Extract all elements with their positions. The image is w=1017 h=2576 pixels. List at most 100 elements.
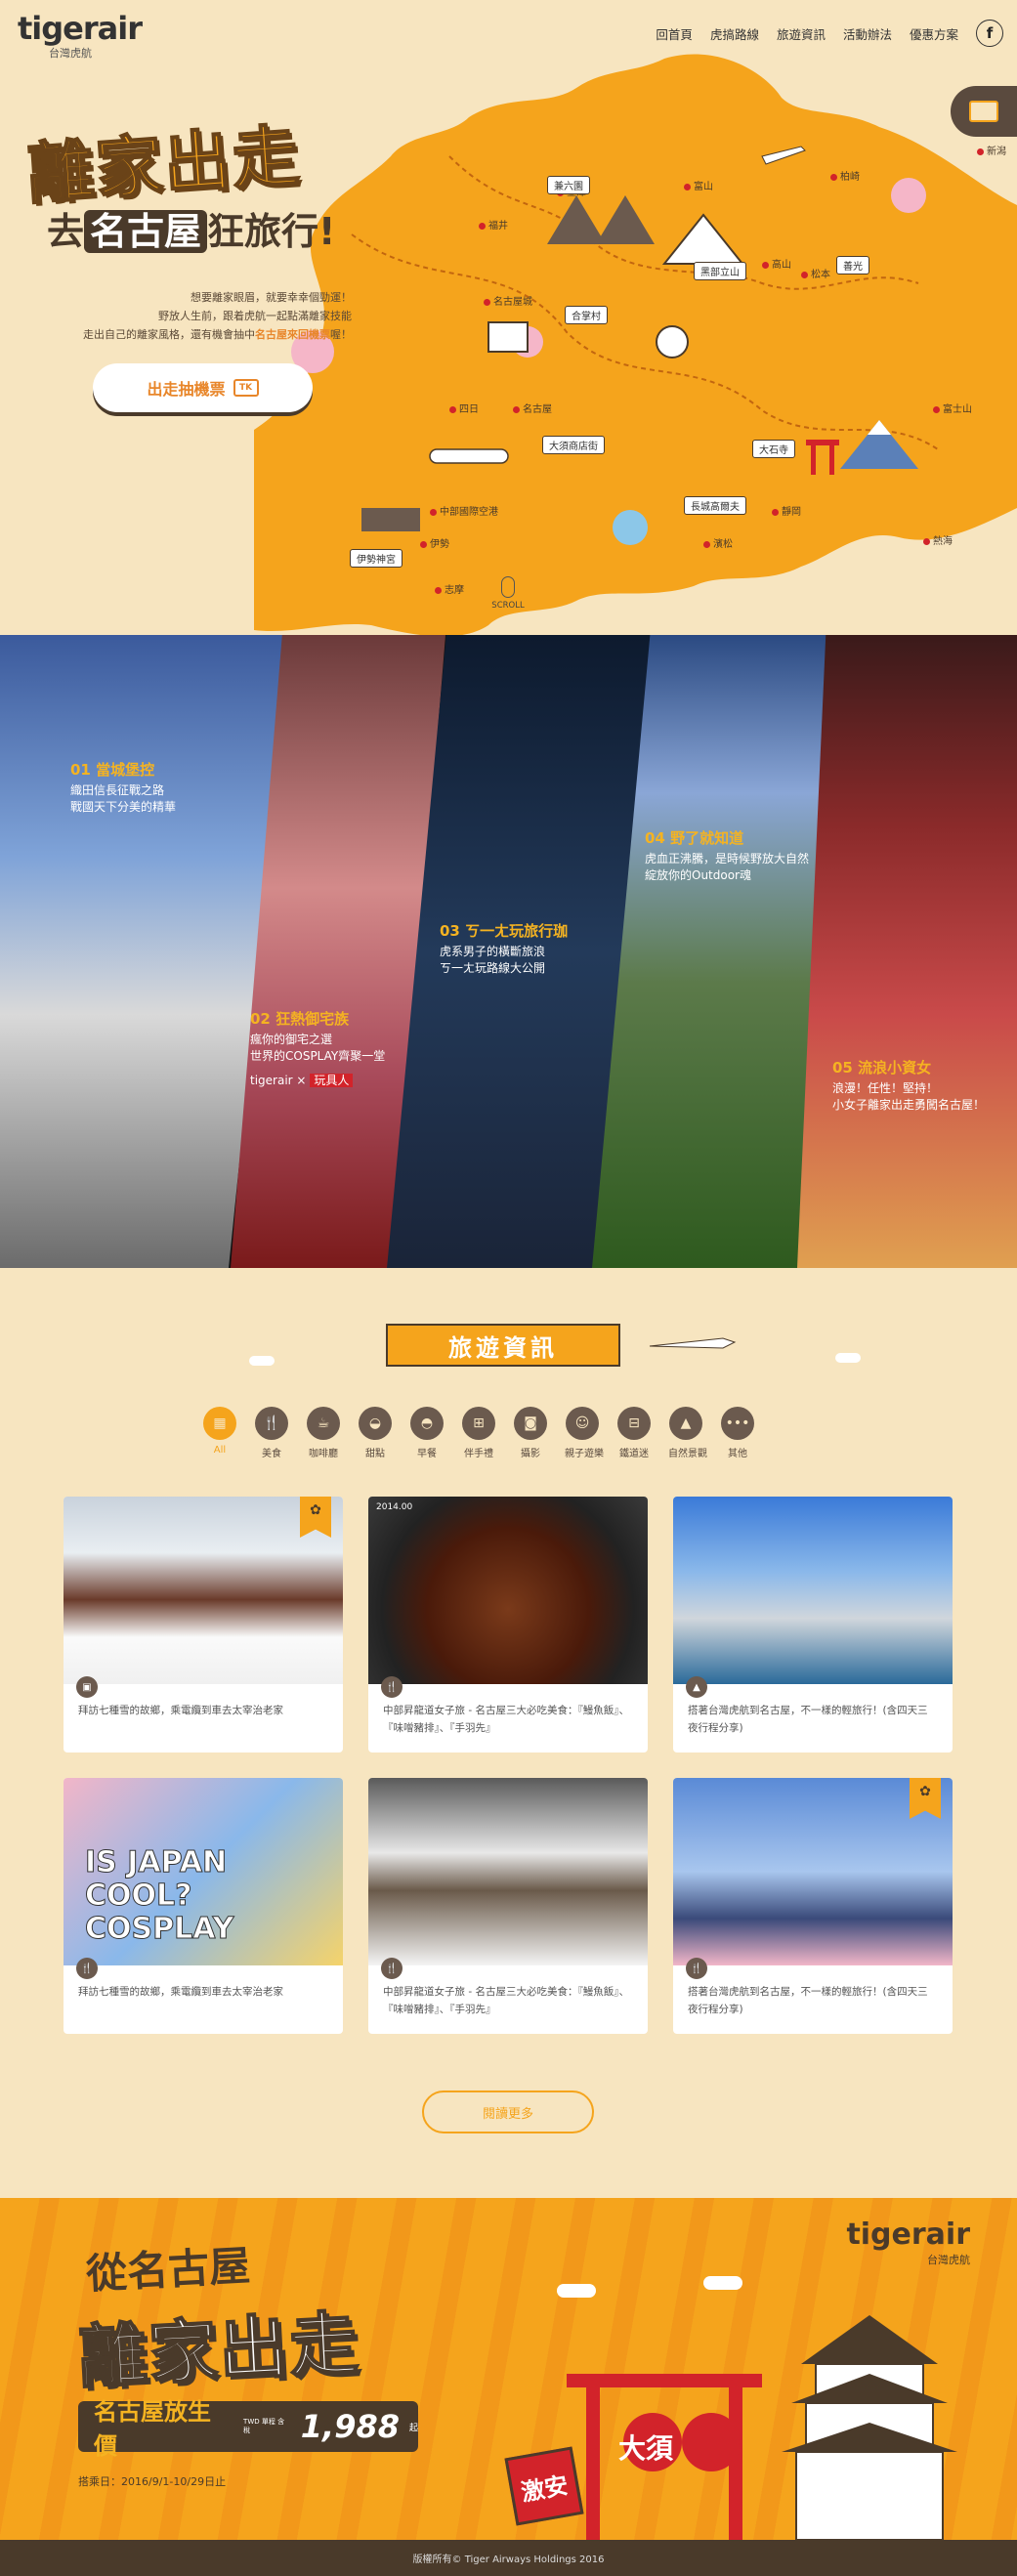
article-card[interactable]: IS JAPAN COOL? COSPLAY 🍴 拜訪七種雪的故鄉，乘電纜到車去… <box>64 1778 343 2034</box>
article-card[interactable]: 2014.00 🍴 中部昇龍道女子旅 - 名古屋三大必吃美食：『鰻魚飯』、『味噌… <box>368 1497 648 1753</box>
site-footer: 版權所有© Tiger Airways Holdings 2016 <box>0 2540 1017 2576</box>
pin-dot-icon <box>933 405 940 413</box>
ticket-icon: TK <box>233 379 259 397</box>
pin-dot-icon <box>435 586 442 594</box>
pin-dot-icon <box>484 298 490 306</box>
category-cafe[interactable]: ☕ 咖啡廳 <box>306 1407 341 1459</box>
torii-icon <box>806 440 839 445</box>
category-other[interactable]: ••• 其他 <box>720 1407 755 1459</box>
logo-subtitle: 台灣虎航 <box>49 47 92 60</box>
fork-icon: 🍴 <box>76 1958 98 1979</box>
category-gift[interactable]: ⊞ 伴手禮 <box>461 1407 496 1459</box>
price-box: 名古屋放生價 TWD 單程 含稅 1,988 起 <box>78 2398 418 2460</box>
scroll-indicator[interactable]: SCROLL <box>488 576 528 611</box>
map-tag: 伊勢神宮 <box>350 549 403 568</box>
category-nature[interactable]: ▲ 自然景觀 <box>668 1407 707 1459</box>
cloud-icon <box>835 1353 861 1363</box>
pin-dot-icon <box>479 222 486 230</box>
article-card[interactable]: 🍴 中部昇龍道女子旅 - 名古屋三大必吃美食：『鰻魚飯』、『味噌豬排』、『手羽先… <box>368 1778 648 2034</box>
article-image-eel-rice: 2014.00 <box>368 1497 648 1684</box>
hero-title-sub: 去名古屋 狂旅行! <box>47 210 336 253</box>
cloud-icon <box>249 1356 275 1366</box>
pin-dot-icon <box>830 173 837 181</box>
map-pin: 新潟 <box>977 143 1006 157</box>
mountain-icon: ▲ <box>669 1407 702 1440</box>
read-more-button[interactable]: 閱讀更多 <box>422 2090 594 2133</box>
hero-title: 離家出走 去名古屋 狂旅行! <box>24 117 336 256</box>
sign-gekiyasu: 激安 <box>504 2446 584 2526</box>
cherry-tree-icon <box>891 178 926 213</box>
map-tag: 善光 <box>836 256 869 274</box>
location-pin-icon <box>656 325 689 359</box>
pin-dot-icon <box>420 540 427 548</box>
fork-icon: 🍴 <box>255 1407 288 1440</box>
category-all[interactable]: ▦ All <box>202 1407 237 1459</box>
category-family[interactable]: ☺ 親子遊樂 <box>565 1407 604 1459</box>
sign-osu: 大須 <box>618 2432 674 2465</box>
logo-wordmark: tigerair <box>18 10 143 47</box>
feature-strips: 01 當城堡控 織田信長征戰之路 戰國天下分美的精華 02 狂熱御宅族 瘋你的御… <box>0 635 1017 1268</box>
category-breakfast[interactable]: ◓ 早餐 <box>409 1407 445 1459</box>
camera-icon: ◙ <box>514 1407 547 1440</box>
map-pin: 四日 <box>449 401 479 415</box>
train-icon <box>429 448 509 464</box>
map-pin: 柏崎 <box>830 168 860 183</box>
lottery-cta-button[interactable]: 出走抽機票 TK <box>93 363 313 412</box>
map-pin: 志摩 <box>435 581 464 596</box>
promo-banner[interactable]: 從名古屋 離家出走 名古屋放生價 TWD 單程 含稅 1,988 起 搭乘日：2… <box>0 2198 1017 2540</box>
map-pin: 富山 <box>684 178 713 192</box>
gift-icon: ⊞ <box>462 1407 495 1440</box>
category-filter: ▦ All 🍴 美食 ☕ 咖啡廳 ◒ 甜點 ◓ 早餐 ⊞ 伴手禮 ◙ 攝影 ☺ 親子遊樂 ⊟ 鐵道… <box>202 1407 755 1459</box>
map-pin: 名古屋 <box>513 401 552 415</box>
more-icon: ••• <box>721 1407 754 1440</box>
map-pin: 富士山 <box>933 401 972 415</box>
article-image-harbor <box>673 1497 953 1684</box>
breakfast-icon: ◓ <box>410 1407 444 1440</box>
travel-dates: 搭乘日：2016/9/1-10/29日止 <box>78 2475 227 2488</box>
mouse-icon <box>501 576 515 598</box>
tigerair-logo: tigerair 台灣虎航 <box>846 2217 970 2266</box>
shrine-icon <box>361 508 420 531</box>
map-pin: 名古屋城 <box>484 293 532 308</box>
hero-title-main: 離家出走 <box>24 117 305 215</box>
category-food[interactable]: 🍴 美食 <box>254 1407 289 1459</box>
category-photo[interactable]: ◙ 攝影 <box>513 1407 548 1459</box>
map-tag: 長城高爾夫 <box>684 496 746 515</box>
fork-icon: 🍴 <box>381 1676 403 1698</box>
article-card[interactable]: ✿ ▣ 拜訪七種雪的故鄉，乘電纜到車去太宰治老家 <box>64 1497 343 1753</box>
cup-icon: ☕ <box>307 1407 340 1440</box>
map-pin: 靜岡 <box>772 503 801 518</box>
feature-strip-girl[interactable]: 05 流浪小資女 浪漫！任性！堅持！ 小女子離家出走勇闖名古屋！ <box>797 635 1017 1268</box>
pin-dot-icon <box>801 271 808 278</box>
map-pin: 熱海 <box>923 532 953 547</box>
mountain-icon: ▲ <box>686 1676 707 1698</box>
nagoya-castle-illustration <box>567 2315 957 2540</box>
map-pin: 中部國際空港 <box>430 503 498 518</box>
hero-description: 想要離家眼眉，就要幸幸個勁運！ 野放人生前，跟着虎航一起點滿離家技能 走出自己的… <box>83 291 352 341</box>
pin-dot-icon <box>703 540 710 548</box>
pin-dot-icon <box>762 261 769 269</box>
pin-dot-icon <box>430 508 437 516</box>
cloud-icon <box>703 2276 742 2290</box>
article-image-cosplay: IS JAPAN COOL? COSPLAY <box>64 1778 343 1965</box>
castle-icon <box>487 321 529 353</box>
map-tag: 黑部立山 <box>694 262 746 280</box>
dessert-icon: ◒ <box>359 1407 392 1440</box>
article-grid: ✿ ▣ 拜訪七種雪的故鄉，乘電纜到車去太宰治老家 2014.00 🍴 中部昇龍道… <box>64 1497 953 2034</box>
category-train[interactable]: ⊟ 鐵道迷 <box>616 1407 652 1459</box>
article-image-snow-village <box>368 1778 648 1965</box>
category-dessert[interactable]: ◒ 甜點 <box>358 1407 393 1459</box>
hero-section: tigerair 台灣虎航 回首頁 虎搞路線 旅遊資訊 活動辦法 優惠方案 f … <box>0 0 1017 635</box>
article-card[interactable]: ✿ 🍴 搭著台灣虎航到名古屋，不一樣的輕旅行！(含四天三夜行程分享) <box>673 1778 953 2034</box>
map-pin: 松本 <box>801 266 830 280</box>
pin-dot-icon <box>449 405 456 413</box>
map-pin: 濱松 <box>703 535 733 550</box>
article-card[interactable]: ▲ 搭著台灣虎航到名古屋，不一樣的輕旅行！(含四天三夜行程分享) <box>673 1497 953 1753</box>
tigerair-logo[interactable]: tigerair 台灣虎航 <box>18 10 143 61</box>
map-tag: 大須商店街 <box>542 436 605 454</box>
pin-dot-icon <box>923 537 930 545</box>
side-book-tab[interactable] <box>951 86 1017 137</box>
pin-dot-icon <box>684 183 691 190</box>
map-landmass <box>254 54 1017 635</box>
map-tag: 合掌村 <box>565 306 608 324</box>
